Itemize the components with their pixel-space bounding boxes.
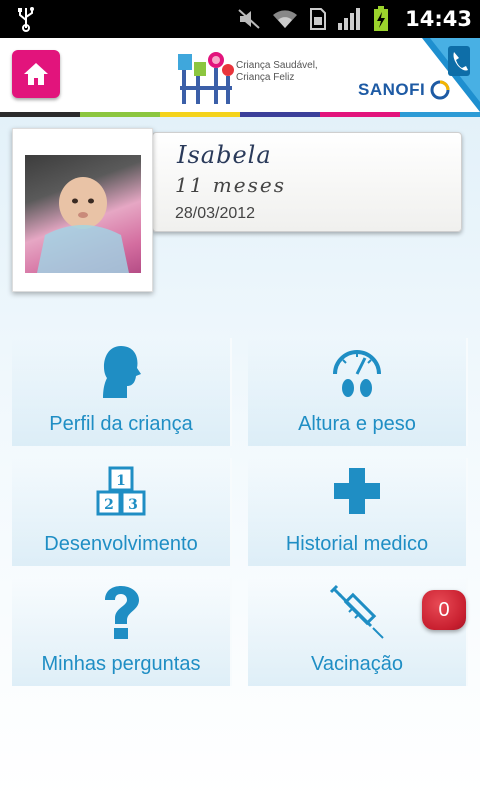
block-label: 2 <box>104 497 114 513</box>
logo-text: Criança Saudável, Criança Feliz <box>236 60 318 84</box>
child-name: Isabela <box>177 141 272 169</box>
child-profile-card[interactable]: Isabela 11 meses 28/03/2012 <box>152 132 462 232</box>
tile-child-profile[interactable]: Perfil da criança <box>12 338 232 446</box>
tile-label: Altura e peso <box>298 413 416 435</box>
tile-height-weight[interactable]: Altura e peso <box>248 338 468 446</box>
tile-medical-history[interactable]: Historial medico <box>248 458 468 566</box>
question-icon <box>105 586 139 639</box>
tile-label: Desenvolvimento <box>44 533 198 555</box>
tile-label: Historial medico <box>285 533 429 555</box>
tile-label: Minhas perguntas <box>41 653 201 675</box>
blocks-icon: 1 2 3 <box>96 466 146 516</box>
block-label: 3 <box>128 497 138 513</box>
tile-label: Perfil da criança <box>49 413 193 435</box>
clock: 14:43 <box>405 7 472 31</box>
child-photo-frame[interactable] <box>12 128 153 292</box>
mute-icon <box>238 9 260 29</box>
status-bar: 14:43 <box>0 0 480 38</box>
phone-button[interactable] <box>422 38 480 112</box>
vaccination-count-badge: 0 <box>422 590 466 630</box>
logo-text-line2: Criança Feliz <box>236 72 295 83</box>
sanofi-brand: SANOFI <box>358 80 426 99</box>
tile-development[interactable]: 1 2 3 Desenvolvimento <box>12 458 232 566</box>
battery-charging-icon <box>374 6 389 31</box>
home-icon <box>24 63 48 85</box>
app-header: Criança Saudável, Criança Feliz SANOFI <box>0 38 480 112</box>
tile-my-questions[interactable]: Minhas perguntas <box>12 578 232 686</box>
tile-label: Vacinação <box>311 653 403 675</box>
child-profile-icon <box>103 346 141 398</box>
child-photo <box>25 155 141 273</box>
logo-text-line1: Criança Saudável, <box>236 60 318 71</box>
scale-icon <box>333 350 381 397</box>
child-age: 11 meses <box>175 173 286 197</box>
sim-icon <box>310 8 327 30</box>
usb-icon <box>18 7 34 32</box>
block-label: 1 <box>116 473 126 489</box>
app-logo <box>178 52 234 104</box>
syringe-icon <box>329 584 384 639</box>
child-birthdate: 28/03/2012 <box>175 205 256 222</box>
wifi-icon <box>273 10 298 28</box>
medical-cross-icon <box>334 468 380 514</box>
home-button[interactable] <box>12 50 60 98</box>
signal-icon <box>338 8 361 30</box>
